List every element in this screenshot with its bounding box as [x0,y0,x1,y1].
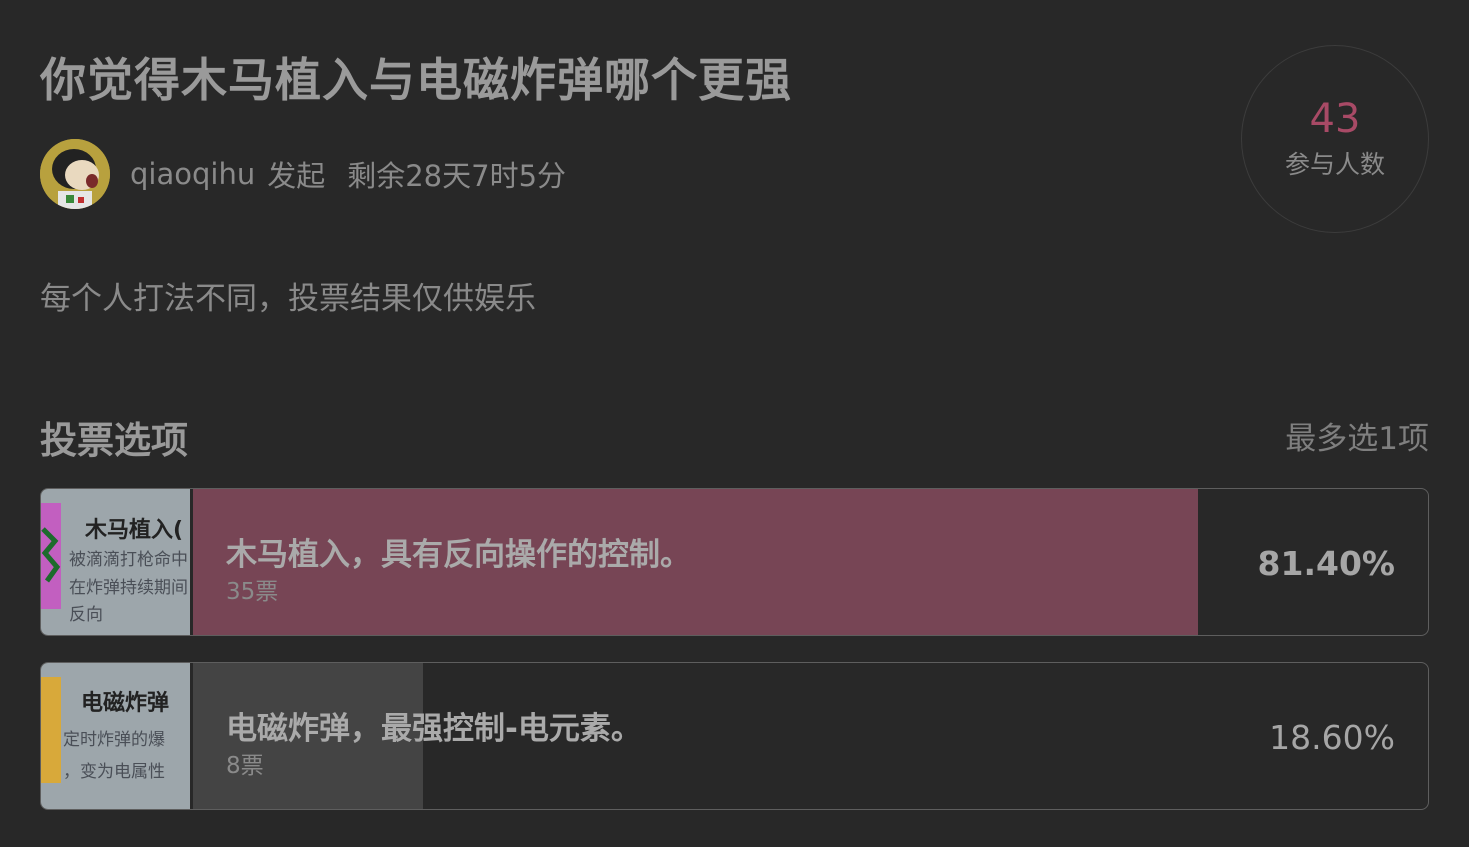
thumbnail-text: 被滴滴打枪命中 [69,550,188,570]
option-vote-count: 8票 [226,753,264,779]
thumbnail-text: ，变为电属性 [63,762,165,782]
avatar-image [40,139,110,209]
max-select-hint: 最多选1项 [1285,421,1429,457]
author-avatar[interactable] [40,139,110,209]
thumbnail-title: 电磁炸弹 [81,691,170,716]
thumbnail-icon [41,527,61,583]
author-action: 发起 [267,159,326,193]
poll-option-2[interactable]: 电磁炸弹 定时炸弹的爆 ，变为电属性 电磁炸弹，最强控制-电元素。 8票 18.… [40,662,1429,810]
thumbnail-text: 反向 [69,605,103,625]
poll-option-1[interactable]: 木马植入( 被滴滴打枪命中 在炸弹持续期间 反向 木马植入，具有反向操作的控制。… [40,488,1429,636]
poll-title: 你觉得木马植入与电磁炸弹哪个更强 [40,53,792,107]
thumbnail-text: 定时炸弹的爆 [63,730,165,750]
author-name[interactable]: qiaoqihu [130,157,255,191]
participant-count: 43 [1309,96,1361,142]
thumbnail-text: 在炸弹持续期间 [69,578,188,598]
participant-count-label: 参与人数 [1284,150,1385,179]
author-row: qiaoqihu 发起 剩余28天7时5分 [40,139,566,209]
option-thumbnail: 木马植入( 被滴滴打枪命中 在炸弹持续期间 反向 [41,489,190,635]
option-thumbnail: 电磁炸弹 定时炸弹的爆 ，变为电属性 [41,663,190,809]
option-label: 电磁炸弹，最强控制-电元素。 [226,711,642,747]
option-percent: 18.60% [1269,718,1395,757]
option-percent: 81.40% [1257,544,1395,583]
thumbnail-icon-strip [41,677,61,783]
option-label: 木马植入，具有反向操作的控制。 [226,537,691,573]
section-title: 投票选项 [40,419,188,462]
time-remaining: 剩余28天7时5分 [347,159,567,193]
participant-count-badge: 43 参与人数 [1241,45,1429,233]
option-vote-count: 35票 [226,579,279,605]
thumbnail-title: 木马植入( [85,518,184,543]
poll-description: 每个人打法不同，投票结果仅供娱乐 [40,281,536,317]
